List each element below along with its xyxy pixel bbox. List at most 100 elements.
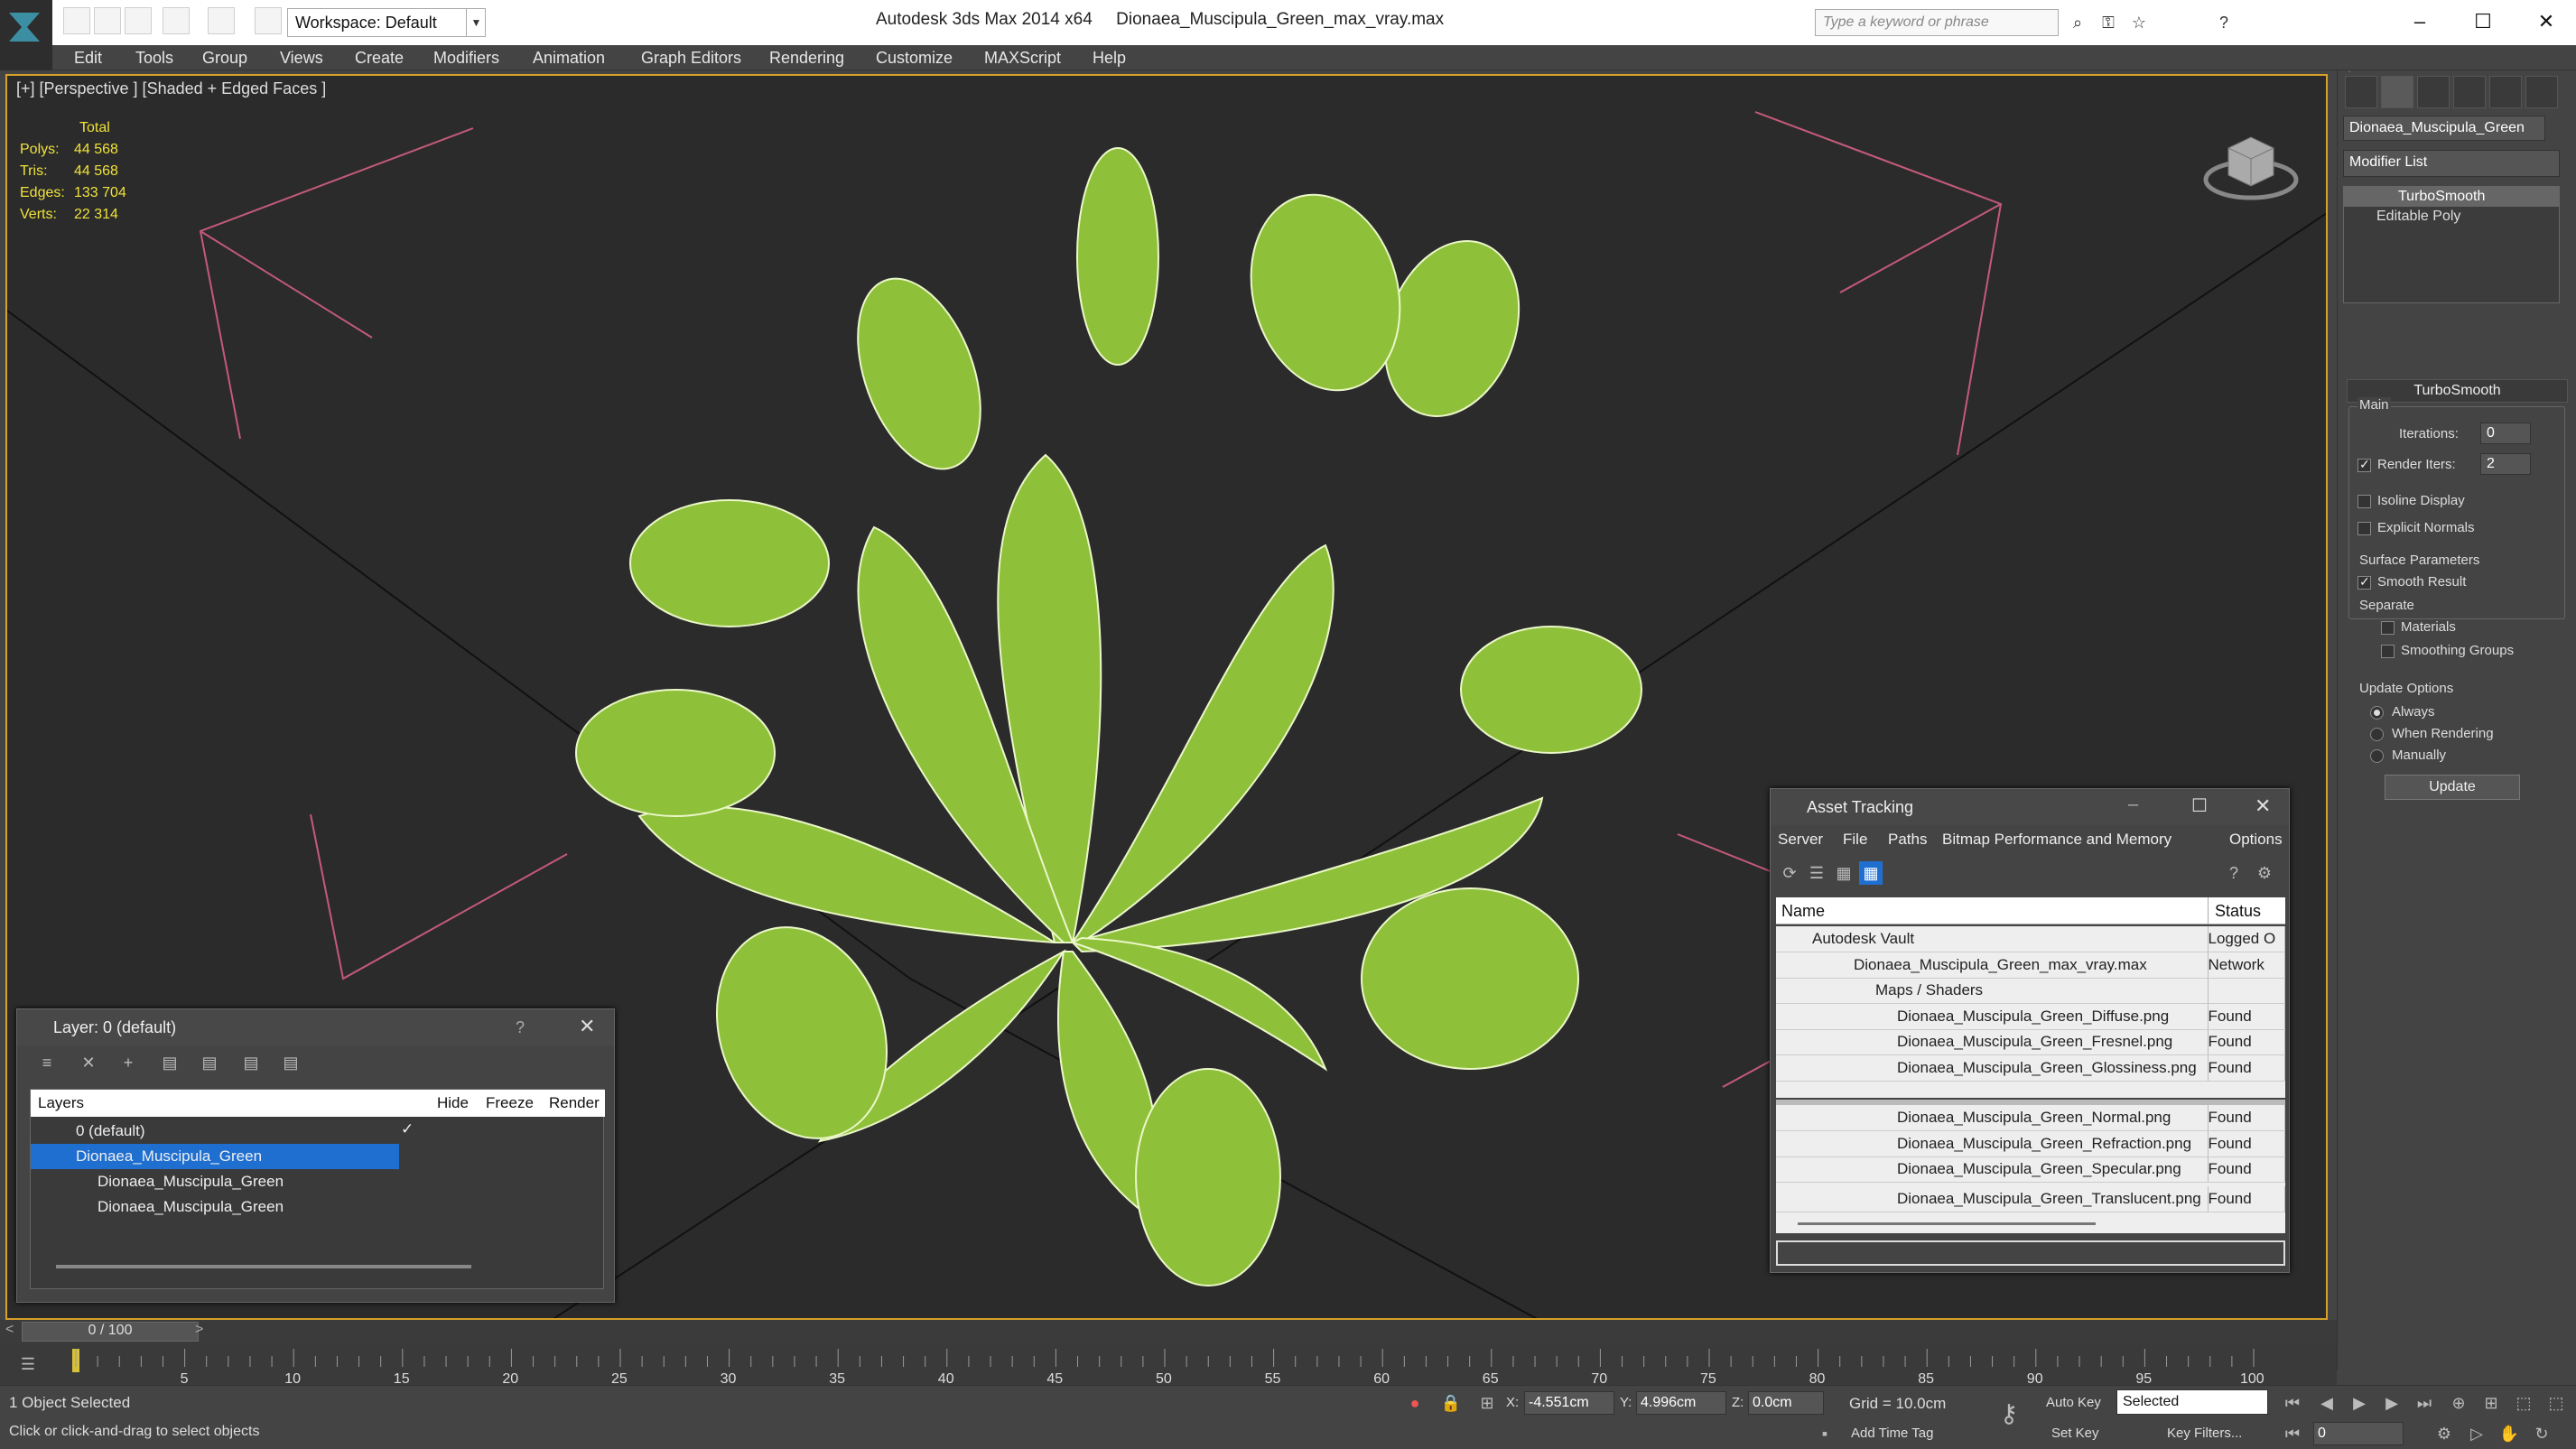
menu-maxscript[interactable]: MAXScript [984, 49, 1061, 68]
time-slider[interactable]: < 0 / 100 > [0, 1320, 2337, 1343]
lock-icon[interactable]: 🔒 [1439, 1391, 1463, 1415]
zoom-icon[interactable]: ⊕ [2447, 1391, 2470, 1415]
table-row[interactable]: Dionaea_Muscipula_Green_Normal.png Found [1776, 1105, 2285, 1131]
menu-edit[interactable]: Edit [74, 49, 102, 68]
isoline-display-checkbox[interactable] [2357, 495, 2371, 508]
play-icon[interactable]: ▶ [2348, 1391, 2371, 1415]
col-status[interactable]: Status [2215, 902, 2261, 921]
column-divider[interactable] [2208, 897, 2209, 924]
new-file-icon[interactable] [63, 7, 90, 34]
layer-row[interactable]: 0 (default) ✓ [31, 1119, 600, 1144]
list-view-icon[interactable]: ☰ [1805, 861, 1828, 885]
select-objects-icon[interactable]: ▤ [158, 1051, 181, 1074]
table-row[interactable]: Dionaea_Muscipula_Green_Diffuse.png Found [1776, 1003, 2285, 1030]
menu-views[interactable]: Views [280, 49, 323, 68]
time-config-icon[interactable]: ⚙ [2432, 1422, 2456, 1445]
new-layer-icon[interactable]: ≡ [35, 1051, 59, 1074]
display-tab-icon[interactable] [2489, 76, 2522, 108]
path-input[interactable] [1776, 1240, 2285, 1266]
orbit-icon[interactable]: ↻ [2530, 1422, 2553, 1445]
minimize-button[interactable]: – [2395, 5, 2445, 38]
update-button[interactable]: Update [2385, 775, 2520, 800]
go-to-end-icon[interactable]: ⏭ [2413, 1391, 2436, 1415]
project-folder-icon[interactable] [255, 7, 282, 34]
chevron-down-icon[interactable]: ▼ [466, 8, 486, 37]
menu-animation[interactable]: Animation [533, 49, 605, 68]
viewport-label[interactable]: [+] [Perspective ] [Shaded + Edged Faces… [16, 79, 326, 98]
maximize-icon[interactable]: ☐ [2191, 794, 2208, 817]
render-iters-spinner[interactable]: 2 [2480, 453, 2531, 475]
table-row[interactable]: Dionaea_Muscipula_Green_Glossiness.png Fo… [1776, 1054, 2285, 1082]
maximize-viewport-icon[interactable]: ⬚ [2544, 1391, 2568, 1415]
workspace-dropdown[interactable]: Workspace: Default [287, 8, 486, 37]
selected-dropdown[interactable]: Selected [2116, 1389, 2268, 1415]
asset-menu-options[interactable]: Options [2229, 831, 2283, 849]
table-row[interactable]: Autodesk Vault Logged O [1776, 926, 2285, 952]
table-row[interactable]: Dionaea_Muscipula_Green_Specular.png Foun… [1776, 1156, 2285, 1183]
add-time-tag[interactable]: Add Time Tag [1851, 1426, 1933, 1441]
horizontal-scrollbar[interactable] [56, 1265, 471, 1268]
horizontal-scrollbar[interactable] [1776, 1213, 2285, 1233]
when-rendering-radio[interactable] [2370, 728, 2384, 741]
explicit-normals-checkbox[interactable] [2357, 522, 2371, 535]
highlight-layer-icon[interactable]: ▤ [198, 1051, 221, 1074]
table-row[interactable]: Dionaea_Muscipula_Green_Translucent.png F… [1776, 1186, 2285, 1212]
col-name[interactable]: Name [1781, 902, 1825, 921]
layer-row[interactable]: Dionaea_Muscipula_Green [31, 1194, 600, 1220]
stack-item-editable-poly[interactable]: Editable Poly [2344, 207, 2559, 227]
manually-radio[interactable] [2370, 749, 2384, 763]
col-render[interactable]: Render [549, 1094, 600, 1112]
menu-customize[interactable]: Customize [876, 49, 953, 68]
next-frame-icon[interactable]: ▶ [2380, 1391, 2404, 1415]
smoothing-groups-checkbox[interactable] [2381, 645, 2395, 658]
time-tag-icon[interactable]: ▪ [1813, 1422, 1837, 1445]
key-mode-icon[interactable]: ⏮ [2281, 1422, 2304, 1445]
binoculars-icon[interactable]: ⌕ [2066, 11, 2089, 34]
x-coordinate-field[interactable]: -4.551cm [1524, 1391, 1614, 1415]
table-row[interactable]: Dionaea_Muscipula_Green_Refraction.png Fo… [1776, 1130, 2285, 1157]
col-hide[interactable]: Hide [437, 1094, 469, 1112]
go-to-start-icon[interactable]: ⏮ [2281, 1391, 2304, 1415]
zoom-extents-icon[interactable]: ⬚ [2512, 1391, 2535, 1415]
current-frame-field[interactable]: 0 [2313, 1422, 2404, 1445]
motion-tab-icon[interactable] [2453, 76, 2486, 108]
z-coordinate-field[interactable]: 0.0cm [1748, 1391, 1824, 1415]
menu-tools[interactable]: Tools [135, 49, 173, 68]
auto-key-button[interactable]: Auto Key [2046, 1395, 2101, 1410]
delete-layer-icon[interactable]: ✕ [77, 1051, 100, 1074]
hide-all-icon[interactable]: ▤ [239, 1051, 263, 1074]
menu-create[interactable]: Create [355, 49, 404, 68]
refresh-icon[interactable]: ⟳ [1778, 861, 1801, 885]
table-view-icon[interactable]: ▦ [1859, 861, 1883, 885]
key-filters-button[interactable]: Key Filters... [2167, 1426, 2242, 1441]
set-key-button[interactable]: Set Key [2051, 1426, 2099, 1441]
table-row[interactable]: Dionaea_Muscipula_Green_Fresnel.png Found [1776, 1029, 2285, 1055]
menu-group[interactable]: Group [202, 49, 247, 68]
minimize-icon[interactable]: – [2128, 794, 2138, 815]
save-file-icon[interactable] [125, 7, 152, 34]
key-icon[interactable]: ⚿ [2097, 11, 2120, 34]
table-row[interactable]: Maps / Shaders [1776, 978, 2285, 1004]
asset-menu-server[interactable]: Server [1778, 831, 1823, 849]
pan-icon[interactable]: ✋ [2497, 1422, 2521, 1445]
utilities-tab-icon[interactable] [2525, 76, 2558, 108]
time-slider-thumb[interactable]: 0 / 100 [22, 1322, 199, 1342]
freeze-all-icon[interactable]: ▤ [279, 1051, 302, 1074]
viewcube-icon[interactable] [2201, 112, 2301, 211]
layer-row[interactable]: Dionaea_Muscipula_Green [31, 1169, 600, 1194]
star-icon[interactable]: ☆ [2127, 11, 2151, 34]
col-freeze[interactable]: Freeze [486, 1094, 534, 1112]
col-layers[interactable]: Layers [38, 1094, 84, 1112]
maximize-button[interactable]: ☐ [2458, 5, 2508, 38]
field-of-view-icon[interactable]: ▷ [2465, 1422, 2488, 1445]
add-to-layer-icon[interactable]: + [116, 1051, 140, 1074]
always-radio[interactable] [2370, 706, 2384, 720]
zoom-all-icon[interactable]: ⊞ [2479, 1391, 2503, 1415]
key-icon[interactable]: ⚷ [1997, 1401, 2021, 1426]
menu-rendering[interactable]: Rendering [769, 49, 844, 68]
y-coordinate-field[interactable]: 4.996cm [1636, 1391, 1726, 1415]
layer-row-selected[interactable]: Dionaea_Muscipula_Green [31, 1144, 399, 1169]
object-name-field[interactable]: Dionaea_Muscipula_Green [2343, 116, 2545, 141]
close-button[interactable]: ✕ [2521, 5, 2571, 38]
help-icon[interactable]: ? [516, 1018, 525, 1037]
